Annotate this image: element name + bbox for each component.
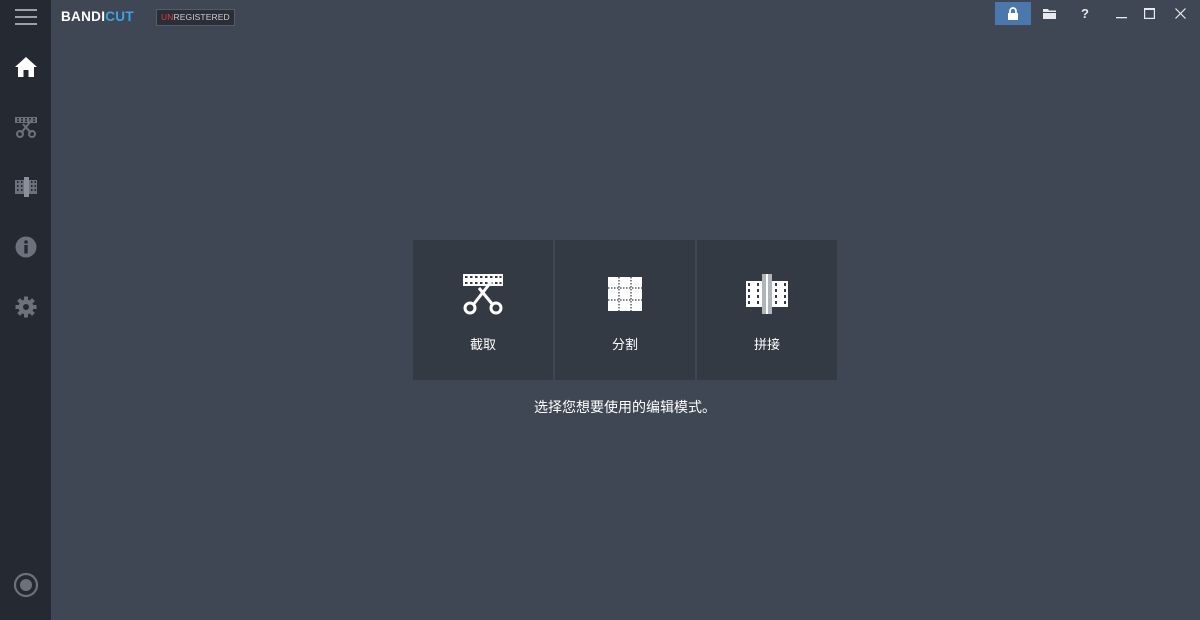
home-icon bbox=[14, 57, 37, 77]
cut-mode-icon bbox=[14, 117, 37, 138]
join-mode-icon bbox=[14, 177, 37, 197]
minimize-icon bbox=[1115, 17, 1127, 19]
mode-cut-label: 截取 bbox=[469, 338, 496, 353]
sidebar-item-record[interactable] bbox=[0, 560, 51, 610]
sidebar bbox=[0, 0, 51, 620]
sidebar-item-settings[interactable] bbox=[0, 282, 51, 332]
maximize-icon bbox=[1143, 8, 1155, 19]
lock-icon bbox=[1008, 7, 1018, 20]
sidebar-item-join[interactable] bbox=[0, 162, 51, 212]
menu-icon bbox=[14, 9, 37, 25]
sidebar-item-home[interactable] bbox=[0, 42, 51, 92]
mode-split-tile[interactable]: 分割 bbox=[555, 240, 695, 380]
info-icon bbox=[15, 236, 36, 258]
logo-text-accent: CUT bbox=[105, 9, 134, 24]
title-bar: BANDICUT UNREGISTERED ? bbox=[51, 0, 1200, 33]
scissors-film-icon bbox=[463, 274, 503, 315]
mode-join-label: 拼接 bbox=[753, 338, 780, 353]
unregistered-badge[interactable]: UNREGISTERED bbox=[156, 9, 235, 26]
sidebar-item-info[interactable] bbox=[0, 222, 51, 272]
record-icon bbox=[13, 572, 38, 598]
open-folder-button[interactable] bbox=[1031, 2, 1067, 25]
mode-split-label: 分割 bbox=[611, 338, 638, 353]
mode-cut-tile[interactable]: 截取 bbox=[413, 240, 553, 380]
badge-registered: REGISTERED bbox=[173, 12, 230, 22]
mode-join-tile[interactable]: 拼接 bbox=[697, 240, 837, 380]
settings-icon bbox=[15, 296, 36, 318]
close-icon bbox=[1174, 8, 1186, 19]
sidebar-item-cut[interactable] bbox=[0, 102, 51, 152]
help-icon: ? bbox=[1081, 6, 1089, 21]
mode-selector: 截取 分割 拼接 bbox=[413, 240, 837, 380]
badge-un: UN bbox=[161, 12, 174, 22]
folder-icon bbox=[1042, 9, 1056, 19]
app-logo: BANDICUT bbox=[61, 9, 134, 25]
close-button[interactable] bbox=[1162, 2, 1198, 25]
mode-hint-text: 选择您想要使用的编辑模式。 bbox=[534, 400, 716, 416]
logo-text-main: BANDI bbox=[61, 9, 106, 24]
join-film-icon bbox=[746, 274, 788, 314]
menu-button[interactable] bbox=[0, 0, 51, 42]
grid-split-icon bbox=[608, 277, 642, 311]
help-button[interactable]: ? bbox=[1067, 2, 1103, 25]
lock-button[interactable] bbox=[995, 2, 1031, 25]
